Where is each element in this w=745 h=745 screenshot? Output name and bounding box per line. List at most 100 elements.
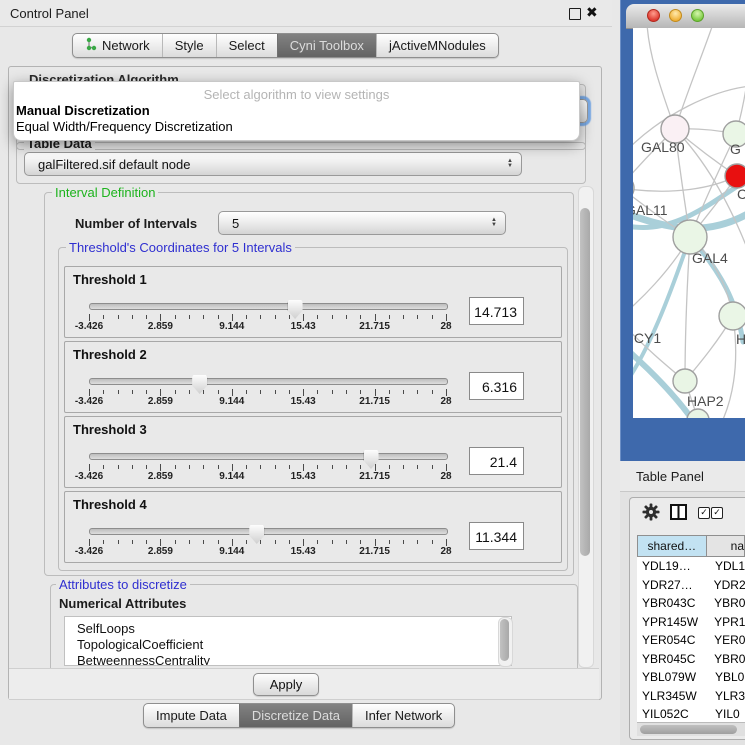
threshold-slider-track[interactable] [89, 453, 448, 460]
slider-tick-label: 21.715 [359, 321, 390, 332]
cell-name: YIL0 [711, 705, 740, 723]
threshold-value-field[interactable]: 21.4 [469, 447, 524, 475]
slider-tick [103, 540, 104, 544]
slider-tick [160, 539, 161, 546]
numerical-attributes-list[interactable]: SelfLoopsTopologicalCoefficientBetweenne… [64, 616, 512, 666]
table-row[interactable]: YBR043CYBR0 [637, 594, 745, 613]
minimize-traffic-light-icon[interactable] [669, 9, 682, 22]
slider-tick-label: 2.859 [148, 546, 173, 557]
table-row[interactable]: YDR27…YDR2 [637, 576, 745, 595]
slider-tick [203, 465, 204, 469]
number-of-intervals-combobox[interactable]: 5 ▲▼ [218, 211, 506, 235]
slider-tick [175, 315, 176, 319]
slider-tick [275, 390, 276, 394]
tab-cyni-toolbox[interactable]: Cyni Toolbox [277, 34, 376, 57]
slider-tick-label: 28 [440, 396, 451, 407]
table-settings-gear-icon[interactable] [642, 503, 660, 526]
tab-label: Select [229, 38, 265, 53]
tab-label: Impute Data [156, 708, 227, 723]
column-header-shared-name[interactable]: shared… [637, 535, 707, 557]
algorithm-option[interactable]: Manual Discretization [16, 103, 150, 118]
network-node[interactable] [673, 369, 697, 393]
apply-button[interactable]: Apply [253, 673, 319, 696]
slider-tick [360, 315, 361, 319]
network-node[interactable] [725, 164, 745, 188]
network-node[interactable] [719, 302, 745, 330]
slider-tick [132, 315, 133, 319]
network-edge[interactable] [685, 237, 690, 381]
tab-discretize-data[interactable]: Discretize Data [239, 704, 352, 727]
table-hscrollbar-thumb[interactable] [640, 725, 737, 734]
slider-tick [189, 540, 190, 544]
table-row[interactable]: YLR345WYLR3 [637, 687, 745, 706]
tab-select[interactable]: Select [216, 34, 277, 57]
algorithm-dropdown-popup: Select algorithm to view settings Manual… [13, 81, 580, 141]
column-header-name[interactable]: na [707, 535, 745, 557]
network-edge[interactable] [633, 176, 737, 191]
network-node[interactable] [673, 220, 707, 254]
table-data-combobox[interactable]: galFiltered.sif default node ▲▼ [24, 152, 522, 176]
slider-tick [246, 465, 247, 469]
network-node[interactable] [687, 409, 709, 418]
slider-tick [146, 540, 147, 544]
slider-tick [346, 390, 347, 394]
table-row[interactable]: YBR045CYBR0 [637, 650, 745, 669]
table-row[interactable]: YPR145WYPR1 [637, 613, 745, 632]
close-traffic-light-icon[interactable] [647, 9, 660, 22]
threshold-value-field[interactable]: 14.713 [469, 297, 524, 325]
tab-infer-network[interactable]: Infer Network [352, 704, 454, 727]
network-canvas[interactable]: GAL80GCGAL11GAL4GCY1HHAP2 [633, 28, 745, 418]
table-row[interactable]: YER054CYER0 [637, 631, 745, 650]
slider-tick [103, 465, 104, 469]
split-columns-icon[interactable] [670, 504, 687, 525]
slider-tick [446, 464, 447, 471]
slider-tick [160, 389, 161, 396]
attributes-list-scrollbar-thumb[interactable] [500, 619, 509, 661]
threshold-slider-thumb[interactable] [364, 450, 379, 469]
threshold-value-field[interactable]: 11.344 [469, 522, 524, 550]
cell-shared-name: YDR27… [637, 576, 710, 595]
threshold-slider-track[interactable] [89, 528, 448, 535]
zoom-traffic-light-icon[interactable] [691, 9, 704, 22]
network-edge[interactable] [675, 28, 713, 129]
tab-jactivemnodules[interactable]: jActiveMNodules [376, 34, 498, 57]
threshold-slider-thumb[interactable] [249, 525, 264, 544]
network-canvas-svg: GAL80GCGAL11GAL4GCY1HHAP2 [633, 28, 745, 418]
attribute-list-item[interactable]: BetweennessCentrality [65, 653, 511, 666]
cell-name: YBR0 [710, 650, 745, 669]
slider-tick [417, 315, 418, 319]
attributes-list-scrollbar[interactable] [498, 617, 513, 667]
checkbox-icon[interactable]: ✓ [698, 507, 710, 519]
network-window-titlebar[interactable] [626, 4, 745, 29]
tab-impute-data[interactable]: Impute Data [144, 704, 239, 727]
threshold-slider-thumb[interactable] [192, 375, 207, 394]
slider-tick [260, 540, 261, 544]
threshold-slider-track[interactable] [89, 378, 448, 385]
slider-tick-label: 2.859 [148, 321, 173, 332]
slider-tick [346, 465, 347, 469]
content-scrollbar[interactable] [578, 186, 594, 668]
threshold-value-field[interactable]: 6.316 [469, 372, 524, 400]
tab-style[interactable]: Style [162, 34, 216, 57]
slider-tick [118, 540, 119, 544]
close-icon[interactable]: ✖ [586, 4, 598, 21]
algorithm-option[interactable]: Equal Width/Frequency Discretization [16, 119, 233, 134]
threshold-panel: Threshold 4-3.4262.8599.14415.4321.71528… [64, 491, 562, 563]
network-edge[interactable] [647, 28, 675, 129]
table-row[interactable]: YBL079WYBL0 [637, 668, 745, 687]
threshold-slider-track[interactable] [89, 303, 448, 310]
slider-tick [189, 465, 190, 469]
table-row[interactable]: YIL052CYIL0 [637, 705, 745, 723]
content-scrollbar-thumb[interactable] [580, 208, 590, 556]
slider-tick [246, 540, 247, 544]
table-hscrollbar[interactable] [637, 722, 745, 736]
slider-tick [417, 540, 418, 544]
checkbox-icon[interactable]: ✓ [711, 507, 723, 519]
table-row[interactable]: YDL19…YDL1 [637, 557, 745, 576]
tab-network[interactable]: Network [73, 34, 162, 57]
float-window-icon[interactable] [569, 8, 581, 20]
slider-tick-label: 9.144 [219, 546, 244, 557]
attribute-list-item[interactable]: TopologicalCoefficient [65, 637, 511, 653]
numerical-attributes-heading: Numerical Attributes [56, 596, 189, 611]
attribute-list-item[interactable]: SelfLoops [65, 621, 511, 637]
